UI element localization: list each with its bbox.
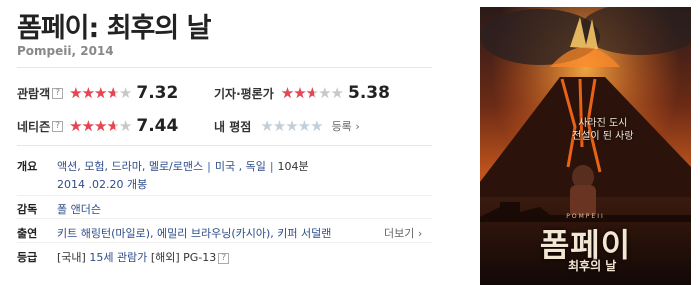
director-link[interactable]: 폴 앤더슨: [57, 203, 101, 216]
domestic-grade-link[interactable]: 15세 관람가: [89, 251, 147, 264]
help-icon[interactable]: ?: [52, 120, 64, 132]
divider: [17, 218, 432, 219]
critics-rating-label: 기자·평론가: [214, 86, 274, 101]
help-icon[interactable]: ?: [52, 87, 64, 99]
critics-score: 5.38: [348, 83, 390, 103]
separator: |: [207, 160, 211, 173]
audience-score: 7.32: [136, 83, 179, 103]
director-row: 감독 폴 앤더슨: [17, 201, 101, 217]
release-row: 2014 .02.20 개봉: [57, 176, 147, 192]
movie-title: 폼페이: 최후의 날: [17, 13, 211, 44]
cast-row: 출연 키트 해링턴(마일로), 에밀리 브라우닝(카시아), 키퍼 서덜랜: [17, 225, 331, 241]
audience-rating: 관람객 ? ★★★★★★★★★★ 7.32: [17, 83, 178, 103]
poster-brand: POMPEII: [566, 213, 605, 220]
netizen-rating: 네티즌 ? ★★★★★★★★★★ 7.44: [17, 116, 178, 136]
register-rating-link[interactable]: 등록 ›: [332, 118, 360, 134]
netizen-score: 7.44: [136, 116, 179, 136]
genre-links[interactable]: 액션, 모험, 드라마, 멜로/로맨스: [57, 160, 203, 173]
country-links[interactable]: 미국 , 독일: [215, 160, 266, 173]
help-icon[interactable]: ?: [218, 252, 230, 264]
more-cast-label: 더보기: [384, 227, 415, 240]
overview-row: 개요 액션, 모험, 드라마, 멜로/로맨스 | 미국 , 독일 | 104분: [17, 158, 309, 174]
poster-subtitle: 최후의 날: [568, 259, 617, 273]
netizen-rating-label: 네티즌: [17, 119, 51, 134]
netizen-stars: ★★★★★★★★★★: [69, 118, 132, 134]
star-icon: ★★★★★: [260, 117, 323, 135]
star-icon: ★★★★★: [69, 118, 116, 134]
poster-tagline: 사라진 도시 전설이 된 사랑: [572, 117, 634, 143]
divider: [17, 195, 432, 196]
critics-stars: ★★★★★★★★★★: [280, 85, 344, 101]
divider: [17, 145, 432, 146]
director-label: 감독: [17, 203, 38, 216]
foreign-tag: [해외]: [150, 251, 180, 264]
divider: [17, 67, 432, 68]
grade-row: 등급 [국내] 15세 관람가 [해외] PG-13?: [17, 249, 230, 265]
my-rating: 내 평점 ★★★★★★★★★★ 등록 ›: [214, 116, 360, 136]
domestic-tag: [국내]: [57, 251, 86, 264]
critics-rating: 기자·평론가 ★★★★★★★★★★ 5.38: [214, 83, 390, 103]
audience-rating-label: 관람객: [17, 86, 51, 101]
more-cast-button[interactable]: 더보기 ›: [384, 225, 422, 241]
movie-poster[interactable]: 사라진 도시 전설이 된 사랑 POMPEII 폼페이 최후의 날: [480, 7, 691, 285]
divider: [17, 242, 432, 243]
cast-links[interactable]: 키트 해링턴(마일로), 에밀리 브라우닝(카시아), 키퍼 서덜랜: [57, 227, 331, 240]
separator: |: [269, 160, 274, 173]
poster-tagline-line-2: 전설이 된 사랑: [572, 131, 634, 142]
grade-label: 등급: [17, 251, 38, 264]
register-rating-label: 등록: [331, 120, 352, 133]
my-rating-stars[interactable]: ★★★★★★★★★★: [260, 117, 323, 135]
foreign-grade: PG-13: [183, 251, 217, 264]
runtime: 104분: [277, 160, 309, 173]
overview-label: 개요: [17, 160, 38, 173]
audience-stars: ★★★★★★★★★★: [69, 85, 132, 101]
cast-label: 출연: [17, 227, 38, 240]
star-icon: ★★★★★: [69, 85, 115, 101]
chevron-right-icon: ›: [355, 120, 360, 133]
movie-original-title: Pompeii, 2014: [17, 44, 114, 58]
release-date-link[interactable]: 2014 .02.20 개봉: [57, 178, 147, 191]
star-icon: ★★★★★: [280, 85, 315, 101]
chevron-right-icon: ›: [417, 227, 423, 240]
poster-tagline-line-1: 사라진 도시: [578, 118, 628, 129]
my-rating-label: 내 평점: [214, 119, 252, 134]
